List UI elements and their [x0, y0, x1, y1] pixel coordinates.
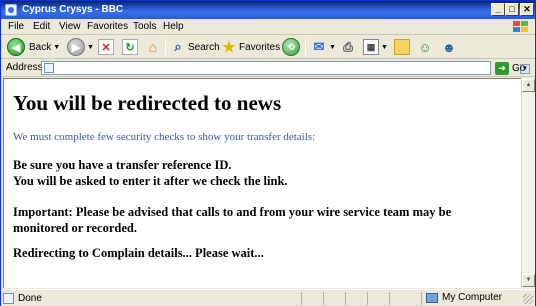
page-heading: You will be redirected to news — [13, 91, 282, 115]
important-notice-line2: monitored or recorded. — [13, 221, 137, 235]
refresh-button[interactable]: ↻ — [122, 37, 138, 57]
page-content: You will be redirected to news We must c… — [3, 78, 521, 288]
toolbar-separator — [165, 39, 166, 55]
edit-dropdown-icon[interactable]: ▼ — [381, 44, 388, 51]
home-button[interactable]: ⌂ — [145, 37, 161, 57]
status-left: Done — [3, 292, 42, 305]
go-label: Go — [512, 62, 526, 74]
messenger-icon: ☺ — [418, 39, 432, 55]
address-input[interactable]: ▼ — [41, 61, 530, 75]
edit-button[interactable]: ▦ ▼ — [363, 37, 388, 57]
search-button[interactable]: ⌕ Search — [170, 37, 220, 57]
users-icon: ☻ — [442, 39, 456, 55]
search-icon: ⌕ — [174, 39, 182, 54]
zone-label: My Computer — [442, 292, 503, 303]
stop-button[interactable]: ✕ — [98, 37, 114, 57]
menu-tools[interactable]: Tools — [133, 21, 156, 32]
back-button[interactable]: ◀ Back ▼ — [7, 37, 60, 57]
menu-file[interactable]: File — [8, 21, 24, 32]
forward-button[interactable]: ▶ ▼ — [67, 37, 94, 57]
forward-dropdown-icon[interactable]: ▼ — [87, 44, 94, 51]
browser-window: Cyprus Crysys - BBC _ □ ✕ File Edit View… — [0, 0, 536, 306]
back-icon: ◀ — [7, 38, 25, 56]
home-icon: ⌂ — [148, 39, 158, 55]
users-button[interactable]: ☻ — [441, 37, 457, 57]
status-text: Done — [18, 293, 42, 304]
mail-button[interactable]: ✉ ▼ — [311, 37, 336, 57]
messenger-button[interactable]: ☺ — [417, 37, 433, 57]
toolbar: ◀ Back ▼ ▶ ▼ ✕ ↻ ⌂ ⌕ Search ★ Favorites … — [1, 35, 535, 59]
reference-id-notice: Be sure you have a transfer reference ID… — [13, 158, 232, 172]
redirect-message: Redirecting to Complain details... Pleas… — [13, 246, 264, 260]
mail-icon: ✉ — [313, 39, 325, 54]
print-icon: ⎙ — [343, 39, 353, 54]
back-label: Back — [29, 41, 52, 53]
scroll-up-icon[interactable]: ▲ — [522, 79, 535, 92]
print-button[interactable]: ⎙ — [340, 37, 356, 57]
minimize-button[interactable]: _ — [491, 3, 505, 16]
edit-icon: ▦ — [363, 39, 379, 55]
title-bar[interactable]: Cyprus Crysys - BBC _ □ ✕ — [1, 1, 535, 19]
ie-page-icon — [5, 4, 17, 16]
windows-logo-icon — [513, 21, 528, 32]
menu-bar: File Edit View Favorites Tools Help — [1, 19, 535, 35]
back-dropdown-icon[interactable]: ▼ — [53, 44, 60, 51]
favorites-button[interactable]: ★ Favorites — [221, 37, 280, 57]
page-subheading: We must complete few security checks to … — [13, 131, 316, 143]
mail-dropdown-icon[interactable]: ▼ — [329, 44, 336, 51]
history-button[interactable]: ⟲ — [282, 37, 300, 57]
resize-grip-icon[interactable] — [523, 294, 533, 304]
folder-icon — [394, 39, 410, 55]
status-cell — [389, 292, 409, 305]
security-zone: My Computer — [426, 292, 502, 303]
refresh-icon: ↻ — [122, 39, 138, 55]
status-bar: Done My Computer — [1, 289, 535, 306]
important-notice-line1: Important: Please be advised that calls … — [13, 205, 452, 219]
scroll-down-icon[interactable]: ▼ — [522, 274, 535, 287]
menu-favorites[interactable]: Favorites — [87, 21, 128, 32]
menu-help[interactable]: Help — [163, 21, 184, 32]
search-label: Search — [188, 41, 220, 53]
vertical-scrollbar[interactable]: ▲ ▼ — [521, 78, 535, 288]
maximize-button[interactable]: □ — [505, 3, 519, 16]
forward-icon: ▶ — [67, 38, 85, 56]
folder-button[interactable] — [394, 37, 410, 57]
close-button[interactable]: ✕ — [520, 3, 534, 16]
page-icon — [44, 63, 54, 73]
go-button[interactable]: ➜ Go — [495, 61, 525, 75]
status-cell — [345, 292, 365, 305]
status-page-icon — [3, 293, 14, 304]
address-bar: Address ▼ ➜ Go — [1, 59, 535, 77]
history-icon: ⟲ — [282, 38, 300, 56]
menu-view[interactable]: View — [59, 21, 81, 32]
status-cell — [301, 292, 321, 305]
my-computer-icon — [426, 292, 438, 303]
status-cell — [323, 292, 343, 305]
toolbar-separator — [305, 39, 306, 55]
stop-icon: ✕ — [98, 39, 114, 55]
window-title: Cyprus Crysys - BBC — [22, 4, 124, 15]
go-arrow-icon: ➜ — [495, 61, 509, 75]
favorites-label: Favorites — [239, 41, 281, 53]
link-check-notice: You will be asked to enter it after we c… — [13, 174, 288, 188]
menu-edit[interactable]: Edit — [33, 21, 50, 32]
status-cell — [367, 292, 387, 305]
favorites-star-icon: ★ — [222, 39, 236, 56]
address-label: Address — [6, 62, 43, 73]
